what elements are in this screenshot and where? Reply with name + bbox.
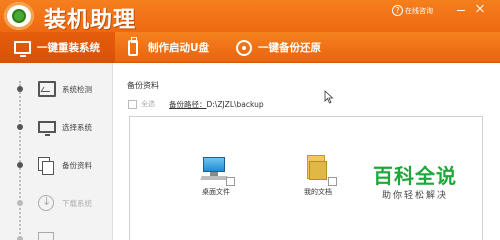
select-all-label: 全选 xyxy=(141,100,155,108)
backup-path-value: D:\ZJZL\backup xyxy=(206,100,264,109)
tab-reinstall-system[interactable]: 一键重装系统 xyxy=(0,32,115,63)
online-help-link[interactable]: ? 在线咨询 xyxy=(392,5,433,16)
tab-label: 一键备份还原 xyxy=(258,42,321,54)
help-icon: ? xyxy=(392,5,403,16)
title-bar: 装机助理 ? 在线咨询 xyxy=(0,0,500,33)
file-label: 我的文档 xyxy=(304,188,332,196)
documents-folder-icon xyxy=(303,153,337,186)
monitor-icon xyxy=(14,41,31,57)
download-icon xyxy=(38,195,54,211)
minimize-button[interactable] xyxy=(455,3,467,15)
online-help-label: 在线咨询 xyxy=(405,6,433,15)
select-system-icon xyxy=(38,121,56,136)
backup-data-icon xyxy=(38,157,54,175)
step-label: 备份资料 xyxy=(62,160,92,170)
close-button[interactable] xyxy=(474,3,486,15)
backup-path-link[interactable]: 备份路径：D:\ZJZL\backup xyxy=(169,99,264,110)
file-label: 桌面文件 xyxy=(202,188,230,196)
watermark-subtitle: 助你轻松解决 xyxy=(381,191,448,201)
tab-backup-restore[interactable]: 一键备份还原 xyxy=(234,32,321,63)
file-item-documents[interactable]: 我的文档 xyxy=(288,153,348,197)
file-item-desktop[interactable]: 桌面文件 xyxy=(186,153,246,197)
step-download-system: 下载系统 xyxy=(0,190,113,216)
backup-panel: 备份资料 全选 备份路径：D:\ZJZL\backup 桌面文件 我的文档 xyxy=(113,63,500,240)
restore-icon xyxy=(236,39,252,56)
file-checkbox[interactable] xyxy=(328,177,337,186)
step-label: 选择系统 xyxy=(62,122,92,132)
tab-label: 一键重装系统 xyxy=(37,42,100,54)
checkbox[interactable] xyxy=(128,99,137,109)
step-label: 下载系统 xyxy=(62,198,92,208)
desktop-icon xyxy=(200,153,235,186)
step-install xyxy=(0,226,113,240)
step-select-system: 选择系统 xyxy=(0,114,113,140)
system-detect-icon xyxy=(38,81,56,97)
select-all-checkbox[interactable]: 全选 xyxy=(128,99,155,109)
step-system-detect: 系统检测 xyxy=(0,76,113,102)
tab-label: 制作启动U盘 xyxy=(148,42,210,54)
app-title: 装机助理 xyxy=(44,8,137,33)
watermark-title: 百科全说 xyxy=(373,164,457,188)
tab-make-usb[interactable]: 制作启动U盘 xyxy=(126,32,209,63)
step-sidebar: 系统检测 选择系统 备份资料 下载系统 xyxy=(0,63,113,240)
section-title: 备份资料 xyxy=(127,81,159,90)
install-icon xyxy=(38,232,54,240)
usb-drive-icon xyxy=(128,36,138,56)
app-logo xyxy=(4,2,34,30)
step-dot xyxy=(17,162,23,168)
step-backup-data: 备份资料 xyxy=(0,152,113,178)
backup-path-label: 备份路径： xyxy=(169,100,207,109)
step-label: 系统检测 xyxy=(62,84,92,94)
main-tab-bar: 一键重装系统 制作启动U盘 一键备份还原 xyxy=(0,32,500,63)
step-dot xyxy=(17,236,23,240)
watermark: 百科全说 助你轻松解决 xyxy=(365,165,465,201)
mouse-cursor-icon xyxy=(324,90,334,104)
step-dot xyxy=(17,200,23,206)
step-dot xyxy=(17,124,23,130)
file-checkbox[interactable] xyxy=(226,177,235,186)
step-dot xyxy=(17,86,23,92)
